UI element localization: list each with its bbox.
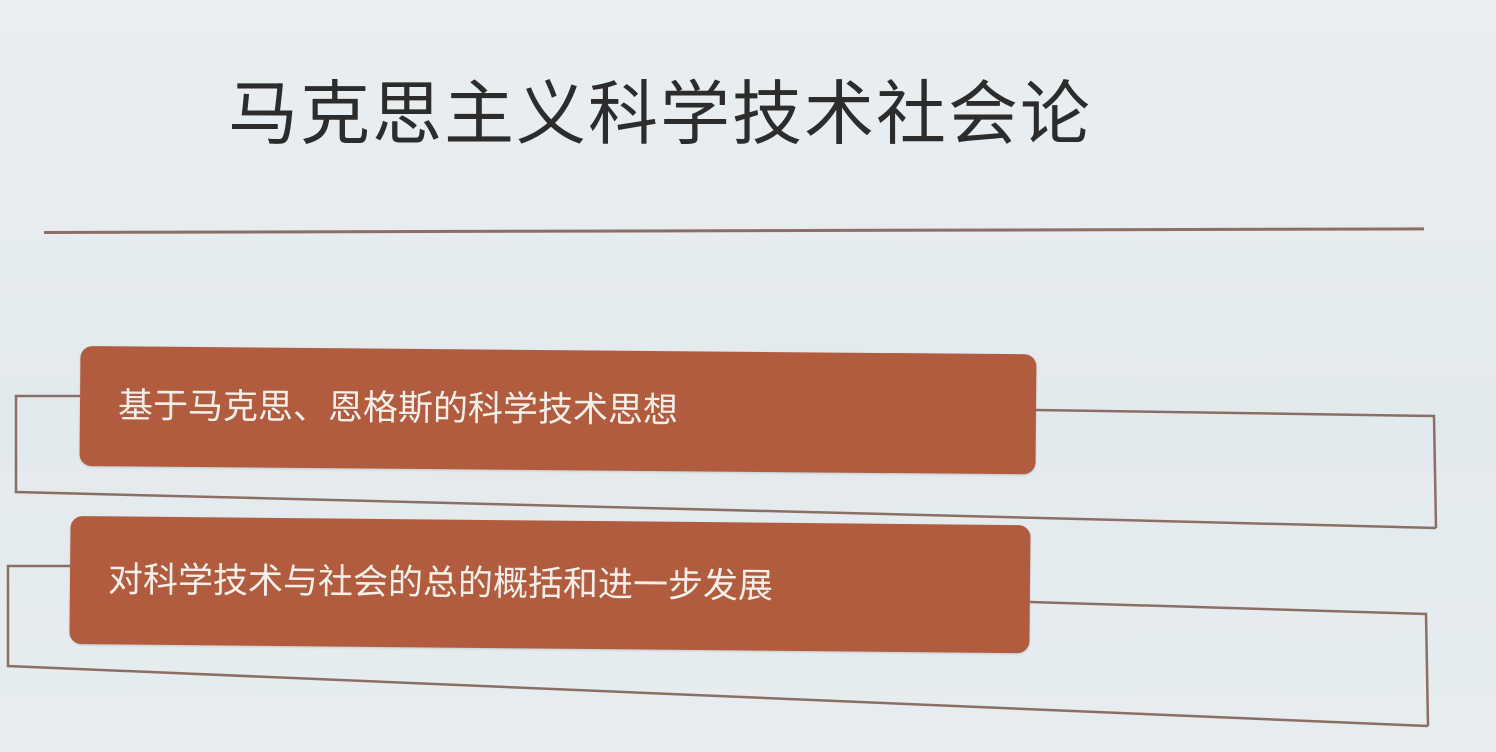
item-2-right-bracket: [1029, 600, 1430, 727]
list-item-1-label: 基于马克思、恩格斯的科学技术思想: [117, 386, 679, 432]
list-item-2: 对科学技术与社会的总的概括和进一步发展: [69, 516, 1031, 654]
slide: 马克思主义科学技术社会论 基于马克思、恩格斯的科学技术思想 对科学技术与社会的总…: [0, 0, 1496, 752]
item-1-right-bracket: [1035, 408, 1438, 529]
list-item-2-label: 对科学技术与社会的总的概括和进一步发展: [107, 560, 774, 607]
list-item-1: 基于马克思、恩格斯的科学技术思想: [79, 346, 1037, 475]
